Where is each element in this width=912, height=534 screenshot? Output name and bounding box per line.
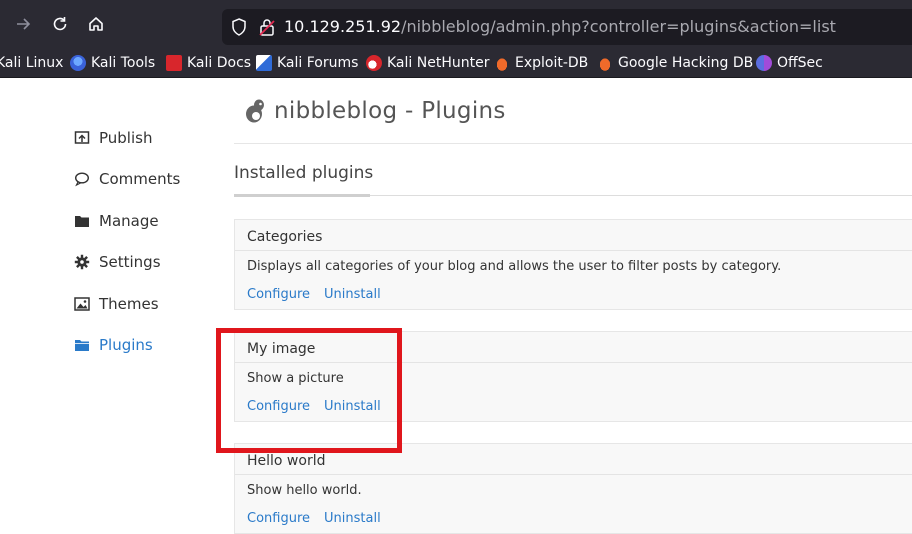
uninstall-link[interactable]: Uninstall xyxy=(324,287,381,302)
comment-icon xyxy=(74,172,90,187)
header-divider xyxy=(234,143,912,144)
page-header: nibbleblog - Plugins xyxy=(242,95,506,127)
configure-link[interactable]: Configure xyxy=(247,511,310,526)
bookmark-kali-forums[interactable]: Kali Forums xyxy=(256,53,358,73)
bookmark-kali-tools[interactable]: Kali Tools xyxy=(70,53,155,73)
sidebar-item-settings[interactable]: Settings xyxy=(74,251,161,273)
browser-toolbar: 10.129.251.92/nibbleblog/admin.php?contr… xyxy=(0,0,912,48)
bookmark-label: OffSec xyxy=(777,55,823,71)
highlight-annotation-box xyxy=(216,328,402,453)
plugin-description: Show hello world. xyxy=(247,483,362,498)
plugin-name: Categories xyxy=(235,220,912,251)
plugin-actions: Configure Uninstall xyxy=(235,279,912,309)
bookmark-offsec[interactable]: OffSec xyxy=(756,53,823,73)
bookmark-label: Kali Docs xyxy=(187,55,252,71)
sidebar-item-label: Comments xyxy=(99,170,181,188)
kali-tools-icon xyxy=(70,55,86,71)
plugin-card-categories: Categories Displays all categories of yo… xyxy=(234,219,912,310)
kali-forums-icon xyxy=(256,55,272,71)
shield-icon[interactable] xyxy=(230,17,248,37)
home-icon xyxy=(89,17,103,31)
bookmark-exploit-db[interactable]: Exploit-DB xyxy=(494,53,588,73)
bookmark-label: Kali Linux xyxy=(0,55,64,71)
sidebar-item-manage[interactable]: Manage xyxy=(74,210,159,232)
bookmark-kali-linux[interactable]: Kali Linux xyxy=(0,53,63,73)
ghdb-icon xyxy=(597,55,613,71)
url-path: /nibbleblog/admin.php?controller=plugins… xyxy=(401,17,836,36)
bookmark-label: Exploit-DB xyxy=(515,55,589,71)
configure-link[interactable]: Configure xyxy=(247,287,310,302)
plugin-description: Displays all categories of your blog and… xyxy=(247,259,782,274)
sidebar-item-label: Themes xyxy=(99,295,159,313)
sidebar-item-themes[interactable]: Themes xyxy=(74,293,159,315)
bookmark-kali-nethunter[interactable]: Kali NetHunter xyxy=(366,53,489,73)
folder-open-icon xyxy=(75,340,89,351)
sidebar-item-label: Plugins xyxy=(99,336,153,354)
bookmark-label: Kali Tools xyxy=(91,55,156,71)
arrow-right-icon xyxy=(17,18,31,30)
offsec-icon xyxy=(756,55,772,71)
url-host: 10.129.251.92 xyxy=(284,17,402,36)
sidebar-item-label: Settings xyxy=(99,253,161,271)
uninstall-link[interactable]: Uninstall xyxy=(324,511,381,526)
gear-icon xyxy=(74,254,90,270)
bookmark-label: Google Hacking DB xyxy=(618,55,754,71)
publish-icon xyxy=(74,131,90,144)
kali-docs-icon xyxy=(166,55,182,71)
reload-button[interactable] xyxy=(48,12,72,36)
url-bar[interactable]: 10.129.251.92/nibbleblog/admin.php?contr… xyxy=(222,9,912,45)
plugin-card-hello-world: Hello world Show hello world. Configure … xyxy=(234,443,912,534)
bookmark-kali-docs[interactable]: Kali Docs xyxy=(166,53,251,73)
plugin-actions: Configure Uninstall xyxy=(235,503,912,533)
reload-icon xyxy=(53,17,67,31)
sidebar-item-label: Publish xyxy=(99,129,153,147)
bookmarks-bar: Kali Linux Kali Tools Kali Docs Kali For… xyxy=(0,48,912,78)
home-button[interactable] xyxy=(84,12,108,36)
nethunter-icon xyxy=(366,55,382,71)
insecure-lock-icon[interactable] xyxy=(258,17,276,37)
bookmark-label: Kali NetHunter xyxy=(387,55,490,71)
sidebar-item-publish[interactable]: Publish xyxy=(74,127,152,149)
admin-sidebar: Publish Comments Manage Settings Themes … xyxy=(0,79,234,528)
bookmark-google-hacking-db[interactable]: Google Hacking DB xyxy=(597,53,753,73)
sidebar-item-plugins[interactable]: Plugins xyxy=(74,334,153,356)
bookmark-label: Kali Forums xyxy=(277,55,359,71)
forward-button[interactable] xyxy=(12,12,36,36)
sidebar-item-label: Manage xyxy=(99,212,159,230)
exploit-db-icon xyxy=(494,55,510,71)
section-title: Installed plugins xyxy=(234,163,374,183)
folder-icon xyxy=(75,216,89,227)
nibbleblog-logo-icon xyxy=(246,99,264,123)
section-underline xyxy=(234,194,370,197)
image-icon xyxy=(74,297,90,311)
url-text[interactable]: 10.129.251.92/nibbleblog/admin.php?contr… xyxy=(284,17,836,37)
page-title: nibbleblog - Plugins xyxy=(274,98,506,124)
sidebar-item-comments[interactable]: Comments xyxy=(74,168,180,190)
